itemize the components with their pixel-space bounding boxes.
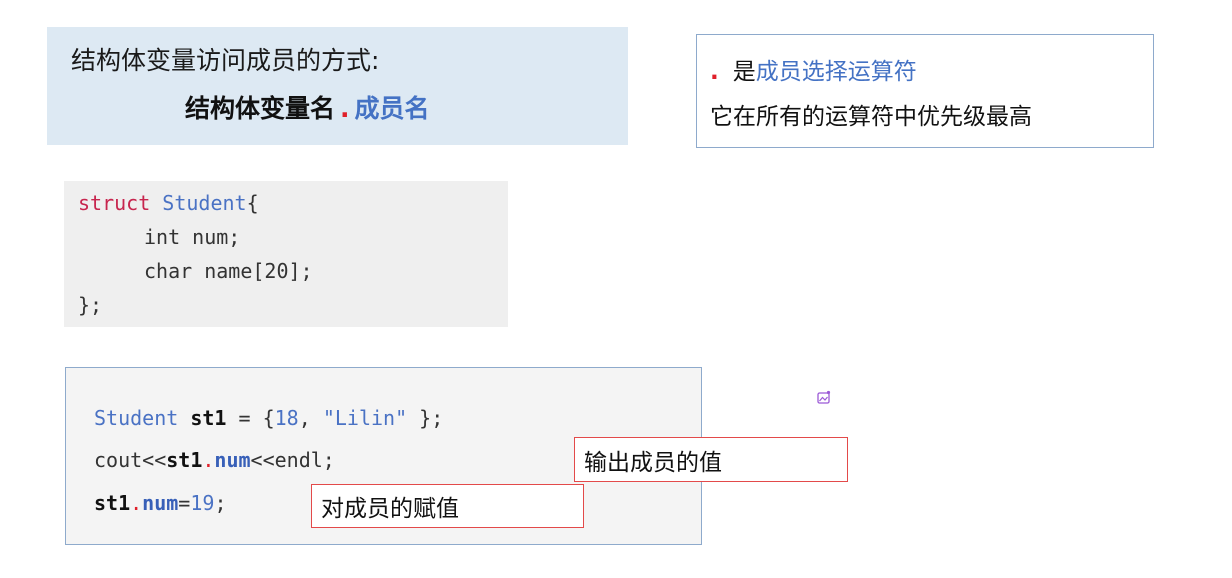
type-name: Student xyxy=(162,191,247,215)
output-value-note: 输出成员的值 xyxy=(574,437,848,482)
var-name: st1 xyxy=(166,448,203,472)
code-line: int num; xyxy=(144,225,241,249)
is-word: 是 xyxy=(732,59,756,85)
code-line: cout<<st1.num<<endl; xyxy=(94,448,335,472)
var-name: st1 xyxy=(94,491,131,515)
code-token: , xyxy=(298,406,323,430)
dot-symbol: . xyxy=(710,59,719,85)
access-method-panel: 结构体变量访问成员的方式: 结构体变量名. 成员名 xyxy=(47,27,628,145)
type-name: Student xyxy=(94,406,179,430)
operator-desc: 成员选择运算符 xyxy=(755,59,917,85)
dot-operator: . xyxy=(130,491,143,515)
code-token: }; xyxy=(407,406,444,430)
code-token: cout<< xyxy=(94,448,167,472)
code-token: <<endl; xyxy=(250,448,335,472)
code-token: = xyxy=(178,491,191,515)
access-syntax: 结构体变量名. 成员名 xyxy=(185,89,430,125)
code-line: struct Student{ xyxy=(78,191,259,215)
member-token: num xyxy=(214,448,251,472)
struct-var-name: 结构体变量名 xyxy=(185,94,336,123)
code-line: Student st1 = {18, "Lilin" }; xyxy=(94,406,443,430)
assign-value-note: 对成员的赋值 xyxy=(311,484,584,528)
code-line: st1.num=19; xyxy=(94,491,226,515)
member-token: num xyxy=(142,491,179,515)
image-edit-icon[interactable] xyxy=(817,390,831,404)
access-method-heading: 结构体变量访问成员的方式: xyxy=(71,46,380,75)
member-name: 成员名 xyxy=(354,94,430,123)
code-line: char name[20]; xyxy=(144,259,313,283)
dot-operator: . xyxy=(202,448,215,472)
var-name: st1 xyxy=(190,406,227,430)
operator-priority: 它在所有的运算符中优先级最高 xyxy=(710,104,1032,130)
string-literal: "Lilin" xyxy=(322,406,408,430)
number-literal: 19 xyxy=(190,491,215,515)
dot-operator: . xyxy=(340,94,350,123)
operator-desc-line: . 是成员选择运算符 xyxy=(710,52,917,86)
operator-info-panel: . 是成员选择运算符 它在所有的运算符中优先级最高 xyxy=(696,34,1154,148)
keyword-struct: struct xyxy=(78,191,151,215)
code-line: }; xyxy=(78,293,103,317)
code-token: ; xyxy=(214,491,227,515)
open-brace: { xyxy=(246,191,259,215)
number-literal: 18 xyxy=(274,406,299,430)
code-token: = { xyxy=(226,406,275,430)
struct-definition-code: struct Student{ int num; char name[20]; … xyxy=(64,181,508,327)
